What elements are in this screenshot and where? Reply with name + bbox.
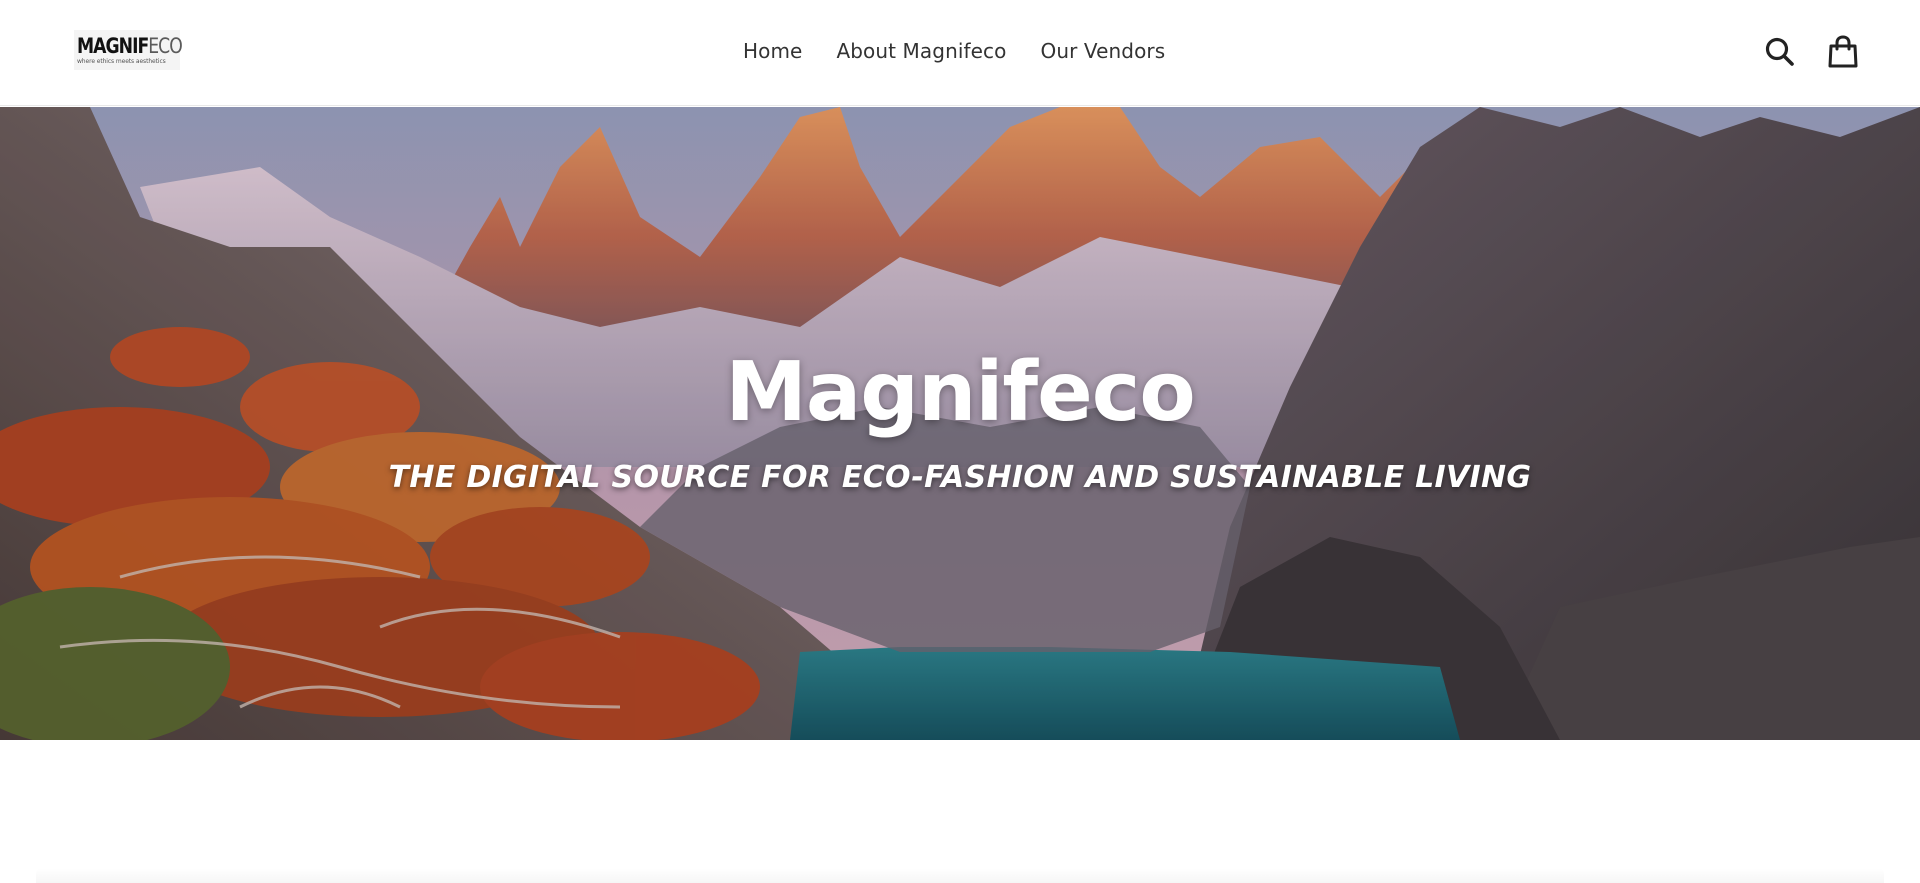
site-header: MAGNIFECO where ethics meets aesthetics … (0, 0, 1920, 106)
content-card-edge (36, 868, 1884, 883)
hero-title: Magnifeco (725, 345, 1195, 440)
hero-subtitle: THE DIGITAL SOURCE FOR ECO-FASHION AND S… (388, 460, 1532, 495)
shopping-bag-icon (1828, 35, 1858, 68)
main-nav: Home About Magnifeco Our Vendors (0, 37, 1920, 67)
nav-link-about[interactable]: About Magnifeco (836, 37, 1006, 65)
nav-link-vendors[interactable]: Our Vendors (1040, 37, 1165, 65)
nav-link-home[interactable]: Home (743, 37, 802, 65)
cart-button[interactable] (1825, 34, 1861, 70)
search-icon (1765, 37, 1794, 66)
search-button[interactable] (1762, 34, 1798, 70)
hero-banner: Magnifeco THE DIGITAL SOURCE FOR ECO-FAS… (0, 107, 1920, 740)
content-section (0, 740, 1920, 883)
